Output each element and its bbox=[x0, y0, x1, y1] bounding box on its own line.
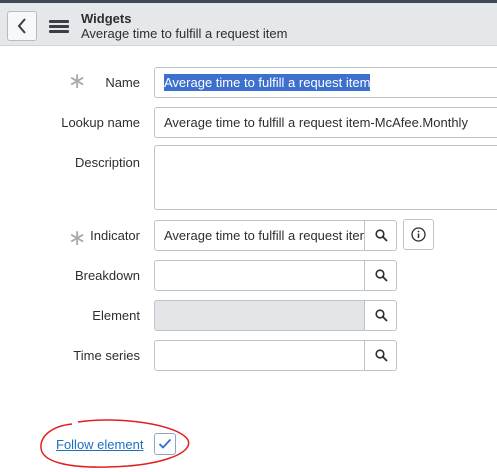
name-value: Average time to fulfill a request item bbox=[164, 74, 371, 91]
hamburger-menu-icon[interactable] bbox=[49, 20, 69, 34]
description-textarea[interactable] bbox=[154, 145, 497, 210]
form-header: Widgets Average time to fulfill a reques… bbox=[0, 3, 497, 46]
search-icon bbox=[375, 349, 388, 362]
element-label: Element bbox=[92, 308, 140, 323]
red-annotation-circle bbox=[40, 419, 190, 468]
name-field[interactable]: Average time to fulfill a request item bbox=[154, 67, 497, 98]
element-field bbox=[154, 300, 365, 331]
element-lookup-button[interactable] bbox=[364, 300, 397, 331]
required-asterisk-icon: ∗ bbox=[68, 69, 87, 94]
breakdown-label: Breakdown bbox=[74, 268, 140, 283]
info-icon bbox=[411, 227, 426, 242]
time-series-field[interactable] bbox=[154, 340, 365, 371]
breakdown-lookup-button[interactable] bbox=[364, 260, 397, 291]
indicator-lookup-button[interactable] bbox=[364, 220, 397, 251]
search-icon bbox=[375, 229, 388, 242]
back-button[interactable] bbox=[7, 11, 37, 41]
breakdown-field[interactable] bbox=[154, 260, 365, 291]
description-label: Description bbox=[74, 155, 140, 170]
search-icon bbox=[375, 269, 388, 282]
search-icon bbox=[375, 309, 388, 322]
form-title: Widgets bbox=[81, 11, 132, 26]
time-series-lookup-button[interactable] bbox=[364, 340, 397, 371]
lookup-name-label: Lookup name bbox=[61, 115, 140, 130]
record-subtitle: Average time to fulfill a request item bbox=[81, 26, 288, 41]
chevron-left-icon bbox=[17, 18, 26, 34]
name-label: Name bbox=[105, 75, 140, 90]
indicator-field[interactable]: Average time to fulfill a request iten bbox=[154, 220, 365, 251]
required-asterisk-icon: ∗ bbox=[68, 226, 87, 251]
time-series-label: Time series bbox=[73, 348, 140, 363]
lookup-name-field[interactable]: Average time to fulfill a request item-M… bbox=[154, 107, 497, 138]
indicator-info-button[interactable] bbox=[403, 219, 434, 250]
indicator-label: Indicator bbox=[90, 228, 140, 243]
